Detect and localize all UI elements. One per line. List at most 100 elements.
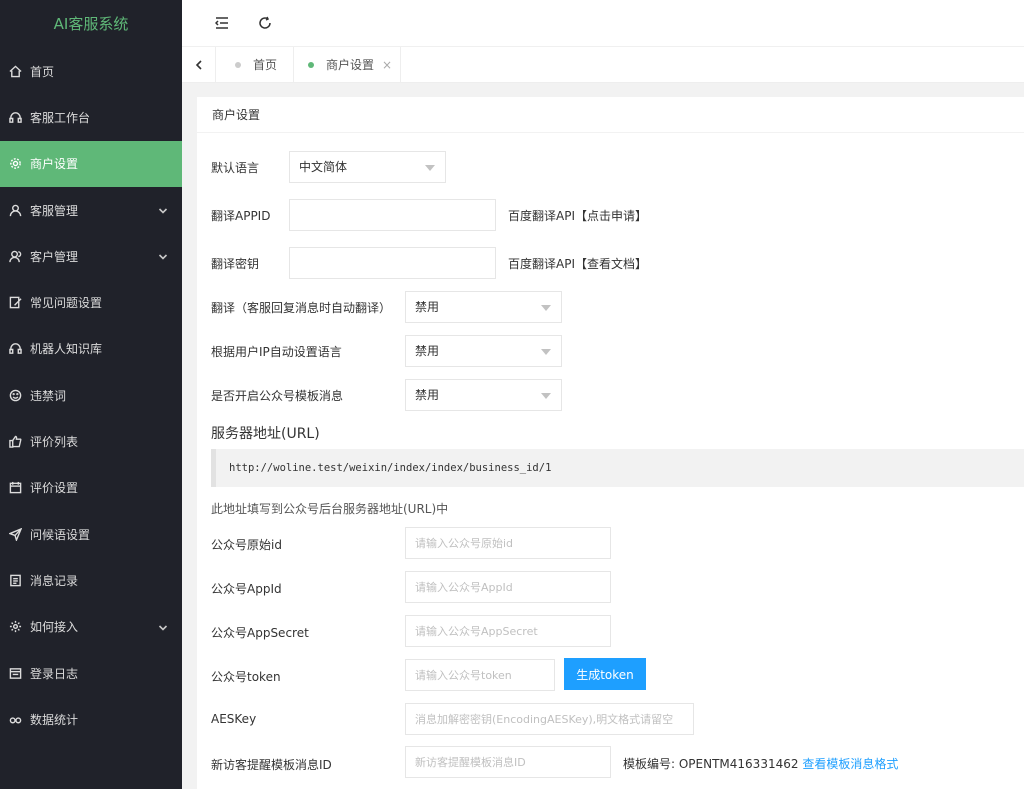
ip-language-label: 根据用户IP自动设置语言: [211, 345, 342, 359]
tab-label: 商户设置: [326, 58, 375, 72]
headset-icon: [8, 342, 22, 356]
default-language-select[interactable]: 中文简体: [289, 151, 446, 183]
sidebar-nav: 首页客服工作台商户设置客服管理客户管理常见问题设置 机器人知识库 违禁词评价列表评价…: [0, 48, 182, 742]
sidebar-item-4[interactable]: 客户管理: [0, 233, 182, 279]
chevron-down-icon[interactable]: [158, 251, 168, 261]
sidebar-item-13[interactable]: 登录日志: [0, 650, 182, 696]
sidebar-item-0[interactable]: 首页: [0, 48, 182, 94]
edit-icon: [8, 296, 22, 310]
sidebar-item-9[interactable]: 评价设置: [0, 465, 182, 511]
caret-down-icon: [541, 393, 551, 399]
sidebar-item-label: 违禁词: [30, 388, 67, 403]
list-icon: [8, 573, 22, 587]
sidebar-item-label: 数据统计: [30, 712, 79, 727]
log-icon: [8, 666, 22, 680]
chevron-left-icon[interactable]: [182, 47, 216, 82]
sidebar-item-6[interactable]: 机器人知识库: [0, 326, 182, 372]
send-icon: [8, 527, 22, 541]
sidebar-item-label: 消息记录: [30, 573, 79, 588]
tab-dot-icon: [308, 61, 314, 68]
tab-bar: 首页 商户设置 ×: [182, 47, 1024, 83]
sidebar-item-label: 评价列表: [30, 435, 79, 450]
sidebar-item-8[interactable]: 评价列表: [0, 418, 182, 464]
ip-language-select[interactable]: 禁用: [405, 335, 562, 367]
aes-key-label: AESKey: [211, 712, 257, 726]
sidebar-item-label: 如何接入: [30, 620, 79, 635]
app-logo-title: AI客服系统: [53, 15, 129, 33]
chevron-down-icon[interactable]: [158, 205, 168, 215]
settings-icon: [8, 620, 22, 634]
sidebar-item-label: 机器人知识库: [30, 342, 103, 357]
tab-label: 首页: [253, 58, 278, 72]
menu-toggle-icon[interactable]: [212, 13, 232, 33]
mp-appid-label: 公众号AppId: [211, 582, 282, 596]
translate-key-input[interactable]: [289, 247, 496, 279]
user-icon: [8, 203, 22, 217]
visitor-template-input[interactable]: [405, 746, 611, 778]
top-header: [182, 0, 1024, 47]
card-title: 商户设置: [197, 97, 1024, 133]
sidebar-item-14[interactable]: 数据统计: [0, 696, 182, 742]
translate-appid-label: 翻译APPID: [211, 209, 271, 223]
mp-template-label: 是否开启公众号模板消息: [211, 389, 344, 403]
sidebar-item-label: 评价设置: [30, 481, 79, 496]
calendar-icon: [8, 481, 22, 495]
translate-appid-hint-link[interactable]: 百度翻译API【点击申请】: [508, 207, 647, 224]
mp-appsecret-input[interactable]: [405, 615, 611, 647]
visitor-template-label: 新访客提醒模板消息ID: [211, 758, 332, 772]
sidebar-item-label: 客户管理: [30, 249, 79, 264]
sidebar-item-1[interactable]: 客服工作台: [0, 94, 182, 140]
sidebar-item-3[interactable]: 客服管理: [0, 187, 182, 233]
sidebar-item-label: 常见问题设置: [30, 296, 103, 311]
sidebar-item-2[interactable]: 商户设置: [0, 140, 182, 187]
sidebar-item-label: 客服工作台: [30, 110, 91, 125]
mp-appsecret-label: 公众号AppSecret: [211, 626, 309, 640]
sidebar-item-12[interactable]: 如何接入: [0, 604, 182, 650]
select-value: 禁用: [415, 300, 440, 314]
auto-translate-label: 翻译（客服回复消息时自动翻译）: [211, 301, 392, 315]
sidebar-item-label: 首页: [30, 64, 55, 79]
mp-template-select[interactable]: 禁用: [405, 379, 562, 411]
headset-icon: [8, 110, 22, 124]
generate-token-button[interactable]: 生成token: [564, 658, 646, 690]
sidebar-item-label: 客服管理: [30, 203, 79, 218]
translate-key-hint-link[interactable]: 百度翻译API【查看文档】: [508, 255, 647, 272]
close-icon[interactable]: ×: [382, 58, 392, 72]
tab-home[interactable]: 首页: [217, 47, 294, 82]
mp-token-label: 公众号token: [211, 670, 281, 684]
default-language-label: 默认语言: [211, 161, 260, 175]
select-value: 中文简体: [299, 160, 348, 174]
mp-original-id-input[interactable]: [405, 527, 611, 559]
chevron-down-icon[interactable]: [158, 622, 168, 632]
mp-original-id-label: 公众号原始id: [211, 538, 282, 552]
mp-appid-input[interactable]: [405, 571, 611, 603]
caret-down-icon: [541, 349, 551, 355]
server-url-code: http://woline.test/weixin/index/index/bu…: [211, 449, 1024, 487]
mp-token-input[interactable]: [405, 659, 555, 691]
server-url-heading: 服务器地址(URL): [211, 426, 320, 442]
sidebar-item-label: 问候语设置: [30, 527, 91, 542]
sidebar-item-10[interactable]: 问候语设置: [0, 511, 182, 557]
translate-appid-input[interactable]: [289, 199, 496, 231]
sidebar-item-5[interactable]: 常见问题设置: [0, 279, 182, 325]
select-value: 禁用: [415, 344, 440, 358]
select-value: 禁用: [415, 388, 440, 402]
sidebar-item-11[interactable]: 消息记录: [0, 557, 182, 603]
tab-dot-icon: [235, 61, 241, 68]
caret-down-icon: [541, 305, 551, 311]
sidebar: AI客服系统 首页客服工作台商户设置客服管理客户管理常见问题设置 机器人知识库 违禁…: [0, 0, 182, 789]
server-url-note: 此地址填写到公众号后台服务器地址(URL)中: [211, 502, 449, 516]
refresh-icon[interactable]: [255, 13, 275, 33]
view-template-format-link[interactable]: 查看模板消息格式: [802, 757, 898, 771]
sidebar-item-label: 登录日志: [30, 666, 79, 681]
template-code-text: 模板编号: OPENTM416331462: [623, 757, 799, 771]
link-icon: [8, 712, 22, 726]
caret-down-icon: [425, 165, 435, 171]
tab-merchant-settings[interactable]: 商户设置 ×: [294, 47, 401, 82]
auto-translate-select[interactable]: 禁用: [405, 291, 562, 323]
aes-key-input[interactable]: [405, 703, 694, 735]
smile-icon: [8, 388, 22, 402]
sidebar-item-7[interactable]: 违禁词: [0, 372, 182, 418]
home-icon: [8, 64, 22, 78]
sidebar-item-label: 商户设置: [30, 157, 79, 172]
